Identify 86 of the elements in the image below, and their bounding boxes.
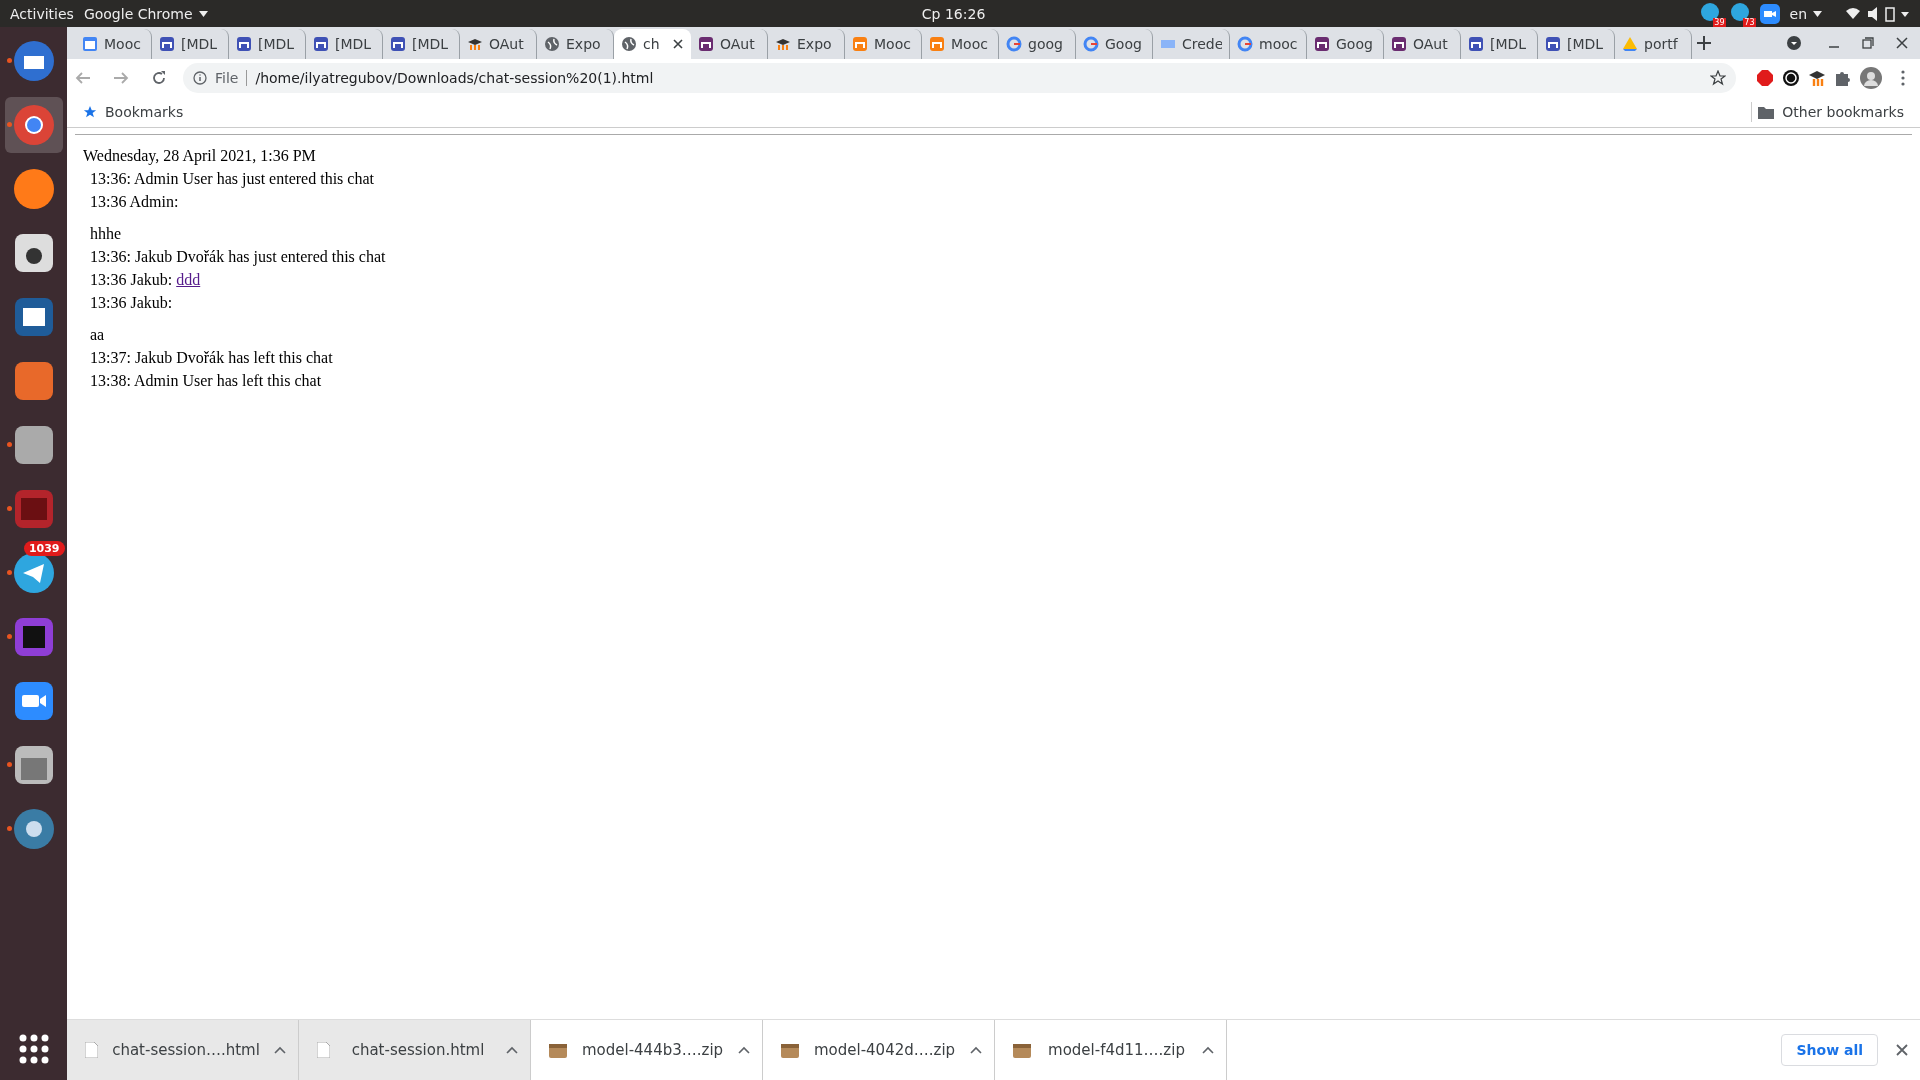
- graduation-cap-icon: [775, 36, 791, 52]
- download-item[interactable]: chat-session….html: [67, 1020, 299, 1080]
- download-item[interactable]: chat-session.html: [299, 1020, 531, 1080]
- m-logo-icon: [390, 36, 406, 52]
- package-icon: [549, 1042, 567, 1058]
- m-logo-icon: [852, 36, 868, 52]
- stop-sign-icon[interactable]: [1756, 69, 1774, 87]
- app-grid-icon[interactable]: [18, 1034, 49, 1064]
- m-logo-icon: [1545, 36, 1561, 52]
- chat-message: 13:36 Jakub:: [90, 271, 174, 288]
- caret-icon[interactable]: [738, 1046, 750, 1054]
- chat-event: 13:36: Jakub Dvořák has just entered this chat: [90, 248, 386, 265]
- chat-event: 13:36: Admin User has just entered this chat: [90, 170, 374, 187]
- show-all-button[interactable]: Show all: [1781, 1034, 1878, 1066]
- bookmarks-folder[interactable]: Bookmarks: [77, 102, 190, 122]
- star-icon: [83, 105, 97, 119]
- app-menu[interactable]: Google Chrome: [83, 5, 193, 22]
- calendar-icon: [82, 36, 98, 52]
- globe-icon: [621, 36, 637, 52]
- session-date: Wednesday, 28 April 2021, 1:36 PM: [83, 147, 317, 165]
- terminal-icon: [12, 488, 55, 530]
- google-g-icon: [1083, 36, 1099, 52]
- info-icon: [193, 71, 207, 85]
- globe-icon: [544, 36, 560, 52]
- bookmarks-label: Bookmarks: [105, 104, 184, 120]
- notification-badge: 73: [1743, 18, 1756, 27]
- close-icon[interactable]: [673, 39, 683, 49]
- chat-message: 13:36 Jakub:: [90, 294, 173, 311]
- puzzle-piece-icon[interactable]: [1834, 69, 1852, 87]
- m-logo-icon: [929, 36, 945, 52]
- triangle-icon: [1622, 36, 1638, 52]
- m-logo-icon: [159, 36, 175, 52]
- message-body: aa: [90, 326, 105, 343]
- chat-event: 13:38: Admin User has left this chat: [90, 372, 322, 389]
- address-field[interactable]: File /home/ilyatregubov/Downloads/chat-session%20(1).html: [183, 63, 1736, 93]
- scheme-label: File: [215, 70, 248, 86]
- circle-logo-icon[interactable]: [1782, 69, 1800, 87]
- m-logo-icon: [236, 36, 252, 52]
- graduation-cap-icon: [467, 36, 483, 52]
- other-bookmarks-label: Other bookmarks: [1782, 104, 1904, 120]
- download-file-name: chat-session….html: [111, 1041, 261, 1059]
- chat-message: 13:36 Admin:: [90, 193, 179, 210]
- package-icon: [1013, 1042, 1031, 1058]
- more-menu-icon[interactable]: [1900, 70, 1906, 86]
- video-camera-icon[interactable]: [1759, 3, 1780, 24]
- browser-tab[interactable]: ch: [614, 29, 691, 59]
- star-icon[interactable]: [1710, 70, 1726, 86]
- close-icon[interactable]: [1896, 1044, 1908, 1056]
- video-camera-icon: [12, 680, 55, 722]
- download-file-name: model-444b3….zip: [580, 1041, 725, 1059]
- download-file-name: model-f4d11….zip: [1047, 1041, 1186, 1059]
- notification-badge: 39: [1713, 18, 1726, 27]
- caret-icon[interactable]: [1813, 10, 1822, 17]
- url-text: /home/ilyatregubov/Downloads/chat-session%20(1).html: [255, 70, 655, 86]
- google-g-icon: [1006, 36, 1022, 52]
- language-indicator[interactable]: en: [1789, 5, 1807, 22]
- other-bookmarks-folder[interactable]: Other bookmarks: [1751, 102, 1910, 122]
- clock[interactable]: Ср 16:26: [921, 5, 986, 22]
- package-icon: [781, 1042, 799, 1058]
- tab-search-icon[interactable]: [1786, 35, 1802, 51]
- chat-event: 13:37: Jakub Dvořák has left this chat: [90, 349, 333, 366]
- restore-icon[interactable]: [1862, 37, 1874, 49]
- caret-icon[interactable]: [198, 10, 208, 17]
- m-logo-icon: [313, 36, 329, 52]
- caret-icon[interactable]: [970, 1046, 982, 1054]
- m-logo-icon: [698, 36, 714, 52]
- message-body: hhhe: [90, 225, 122, 242]
- mail-icon: [12, 40, 55, 82]
- message-link[interactable]: ddd: [176, 271, 201, 288]
- activities-button[interactable]: Activities: [10, 5, 74, 22]
- unread-badge: 1039: [23, 541, 65, 556]
- dock-item-active[interactable]: [4, 97, 63, 153]
- download-file-name: model-4042d….zip: [812, 1041, 957, 1059]
- close-icon[interactable]: [1896, 37, 1908, 49]
- download-file-name: chat-session.html: [350, 1041, 486, 1059]
- reload-icon[interactable]: [151, 70, 167, 86]
- m-logo-icon: [1391, 36, 1407, 52]
- m-logo-icon: [1314, 36, 1330, 52]
- caret-icon[interactable]: [1202, 1046, 1214, 1054]
- avatar-icon[interactable]: [1860, 67, 1882, 89]
- browser-icon: [12, 104, 55, 146]
- google-g-icon: [1237, 36, 1253, 52]
- graduation-cap-icon[interactable]: [1808, 69, 1826, 87]
- system-status-icon[interactable]: [1846, 5, 1910, 22]
- folder-icon: [1758, 105, 1775, 119]
- m-logo-icon: [1468, 36, 1484, 52]
